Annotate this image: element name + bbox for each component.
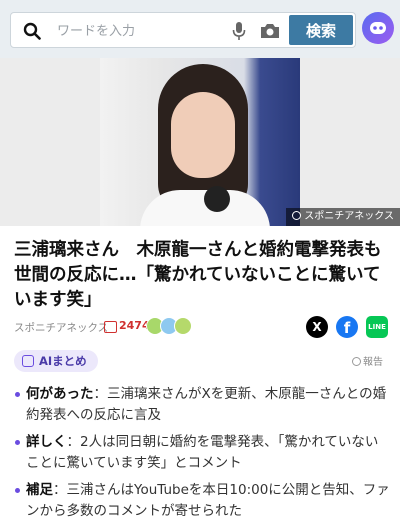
search-header: 検索 (0, 0, 400, 58)
share-x-icon[interactable]: X (306, 316, 328, 338)
summary-item: 補足：三浦さんはYouTubeを本日10:00に公開と告知、ファンから多数のコメ… (14, 480, 390, 520)
search-button[interactable]: 検索 (289, 15, 353, 45)
reaction-icons[interactable] (146, 317, 200, 337)
assistant-icon[interactable] (362, 12, 394, 44)
article-source[interactable]: スポニチアネックス (14, 320, 108, 335)
report-icon (352, 357, 361, 366)
report-label: 報告 (363, 357, 383, 368)
summary-item-text: ：三浦さんはYouTubeを本日10:00に公開と告知、ファンから多数のコメント… (26, 482, 390, 519)
ai-summary-label: AIまとめ (39, 354, 87, 368)
photo-credit-text: スポニチアネックス (304, 211, 394, 222)
report-button[interactable]: 報告 (352, 353, 383, 368)
mic-icon[interactable] (231, 21, 247, 41)
summary-item-label: 補足 (26, 482, 53, 498)
article-meta: スポニチアネックス 2474 X f LINE (14, 316, 390, 340)
ai-summary-badge: AIまとめ (14, 350, 98, 372)
zoom-icon (292, 211, 302, 220)
article-title: 三浦璃来さん 木原龍一さんと婚約電撃発表も世間の反応に…「驚かれていないことに驚… (14, 240, 382, 310)
reaction-icon (174, 317, 192, 335)
ai-icon (22, 355, 34, 367)
summary-item: 詳しく：2人は同日朝に婚約を電撃発表、「驚かれていないことに驚いています笑」とコ… (14, 432, 390, 474)
summary-item: 何があった：三浦璃来さんがXを更新、木原龍一さんとの婚約発表への反応に言及 (14, 384, 390, 426)
summary-item-label: 何があった (26, 386, 94, 402)
microphone (204, 186, 230, 212)
article-photo (100, 58, 300, 226)
search-input[interactable] (57, 19, 217, 43)
article-hero-image[interactable]: スポニチアネックス (0, 58, 400, 226)
comment-icon[interactable] (104, 321, 117, 333)
summary-item-text: ：2人は同日朝に婚約を電撃発表、「驚かれていないことに驚いています笑」とコメント (26, 434, 379, 471)
share-facebook-icon[interactable]: f (336, 316, 358, 338)
camera-icon[interactable] (259, 22, 281, 40)
search-box: 検索 (10, 12, 356, 48)
summary-item-label: 詳しく (26, 434, 67, 450)
search-icon (23, 22, 41, 40)
photo-credit: スポニチアネックス (286, 208, 400, 226)
ai-summary-list: 何があった：三浦璃来さんがXを更新、木原龍一さんとの婚約発表への反応に言及 詳し… (14, 384, 390, 520)
share-line-icon[interactable]: LINE (366, 316, 388, 338)
